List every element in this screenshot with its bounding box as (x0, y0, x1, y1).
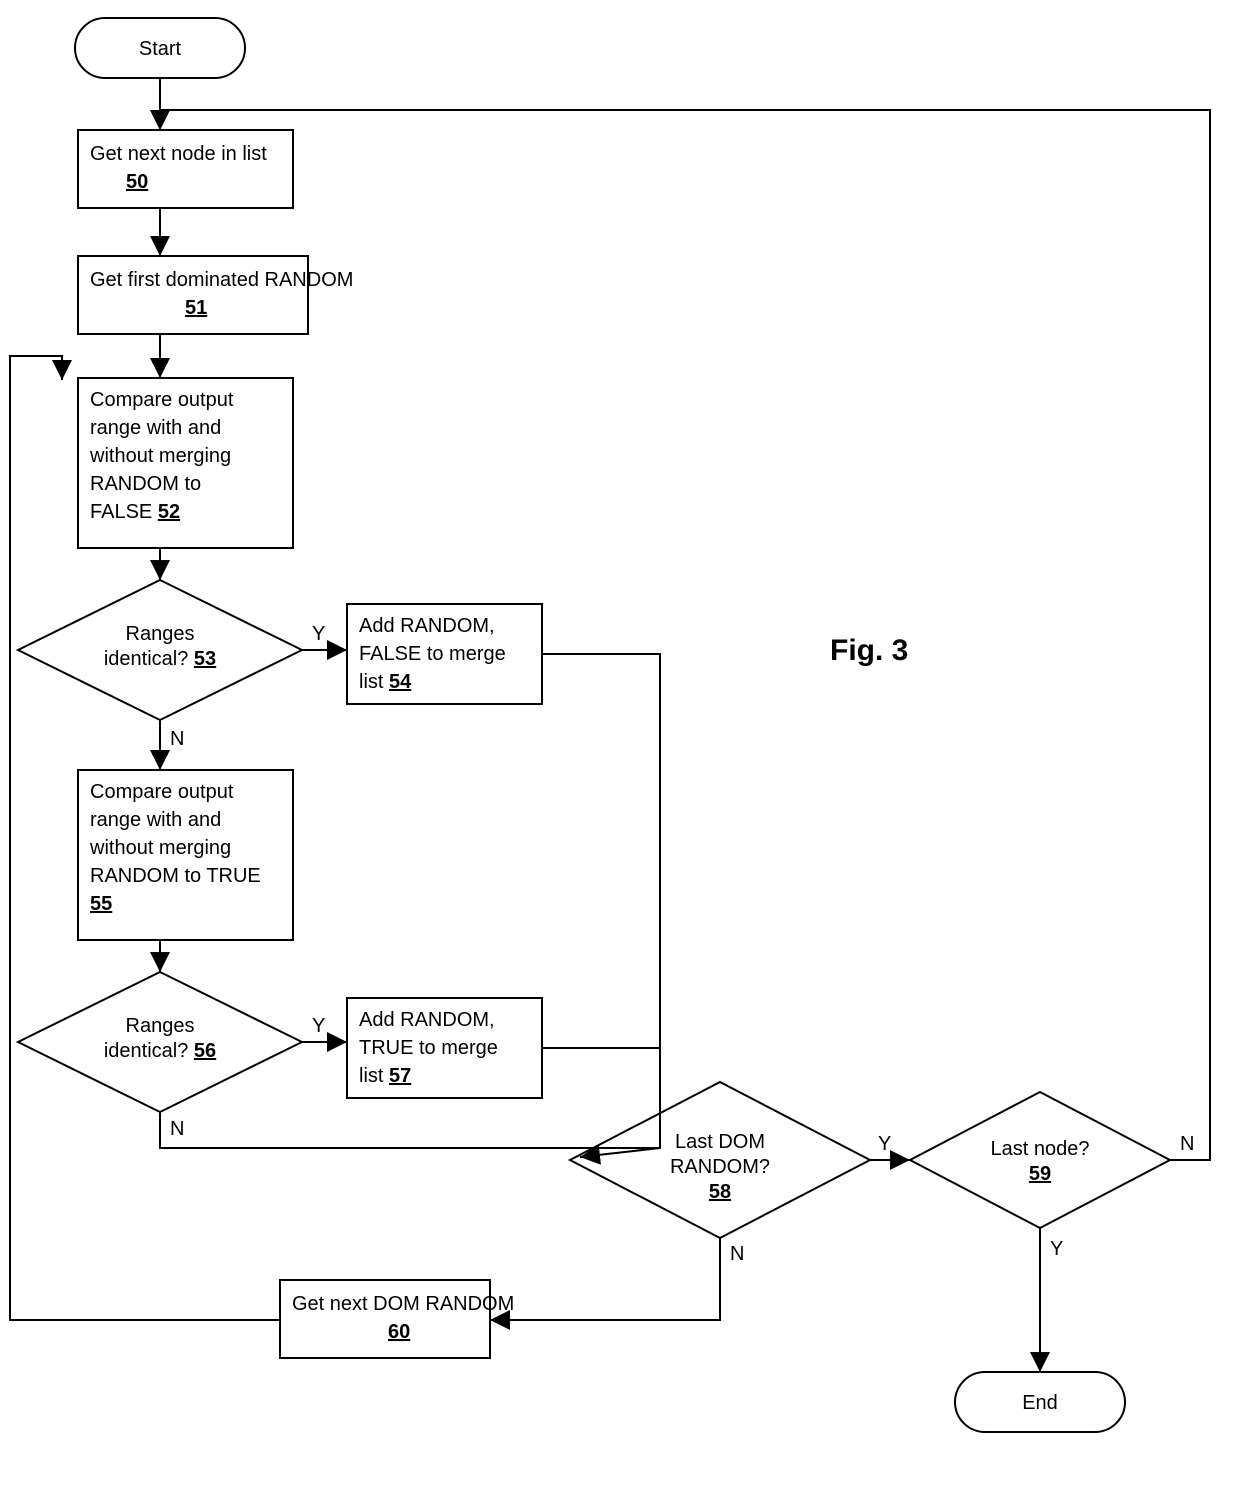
start-terminator: Start (75, 18, 245, 78)
svg-text:identical? 56: identical? 56 (104, 1040, 216, 1062)
edge-59-no-label: N (1180, 1133, 1194, 1155)
svg-text:Add RANDOM,: Add RANDOM, (359, 615, 495, 637)
svg-text:60: 60 (388, 1321, 410, 1343)
n50-text: Get next node in list (90, 143, 267, 165)
start-label: Start (139, 38, 182, 60)
edge-53-yes-label: Y (312, 623, 325, 645)
svg-text:without merging: without merging (89, 445, 231, 467)
svg-text:FALSE to merge: FALSE to merge (359, 643, 506, 665)
decision-53: Ranges identical? 53 (18, 580, 302, 720)
svg-text:identical? 53: identical? 53 (104, 648, 216, 670)
svg-text:Ranges: Ranges (126, 623, 195, 645)
edge-56-yes-label: Y (312, 1015, 325, 1037)
svg-text:Compare output: Compare output (90, 389, 234, 411)
svg-text:list 54: list 54 (359, 671, 412, 693)
svg-text:TRUE to merge: TRUE to merge (359, 1037, 498, 1059)
svg-text:range with and: range with and (90, 809, 221, 831)
edge-58-no-label: N (730, 1243, 744, 1265)
svg-text:FALSE 52: FALSE 52 (90, 501, 180, 523)
svg-text:without merging: without merging (89, 837, 231, 859)
svg-text:RANDOM to TRUE: RANDOM to TRUE (90, 865, 261, 887)
decision-56: Ranges identical? 56 (18, 972, 302, 1112)
edge-59-yes-label: Y (1050, 1238, 1063, 1260)
process-50: Get next node in list 50 (78, 130, 293, 208)
n51-text: Get first dominated RANDOM (90, 269, 353, 291)
edge-58-60 (490, 1238, 720, 1320)
svg-text:Ranges: Ranges (126, 1015, 195, 1037)
process-52: Compare output range with and without me… (78, 378, 293, 548)
svg-text:Last DOM: Last DOM (675, 1131, 765, 1153)
process-51: Get first dominated RANDOM 51 (78, 256, 353, 334)
svg-text:range with and: range with and (90, 417, 221, 439)
svg-text:list 57: list 57 (359, 1065, 411, 1087)
svg-text:RANDOM to: RANDOM to (90, 473, 201, 495)
svg-text:55: 55 (90, 893, 112, 915)
svg-text:58: 58 (709, 1181, 731, 1203)
svg-text:59: 59 (1029, 1163, 1051, 1185)
svg-text:Add RANDOM,: Add RANDOM, (359, 1009, 495, 1031)
end-terminator: End (955, 1372, 1125, 1432)
figure-label: Fig. 3 (830, 634, 908, 667)
process-60: Get next DOM RANDOM 60 (280, 1280, 514, 1358)
n50-ref: 50 (126, 171, 148, 193)
process-57: Add RANDOM, TRUE to merge list 57 (347, 998, 542, 1098)
process-55: Compare output range with and without me… (78, 770, 293, 940)
process-54: Add RANDOM, FALSE to merge list 54 (347, 604, 542, 704)
decision-59: Last node? 59 (910, 1092, 1170, 1228)
edge-53-no-label: N (170, 728, 184, 750)
svg-text:RANDOM?: RANDOM? (670, 1156, 770, 1178)
decision-58: Last DOM RANDOM? 58 (570, 1082, 870, 1238)
edge-56-no-label: N (170, 1118, 184, 1140)
svg-text:Compare output: Compare output (90, 781, 234, 803)
end-label: End (1022, 1392, 1058, 1414)
edge-54-58 (542, 654, 660, 1157)
edge-58-yes-label: Y (878, 1133, 891, 1155)
svg-text:Last node?: Last node? (991, 1138, 1090, 1160)
edge-56-no-merge (160, 1112, 660, 1148)
n60-text: Get next DOM RANDOM (292, 1293, 514, 1315)
n51-ref: 51 (185, 297, 207, 319)
